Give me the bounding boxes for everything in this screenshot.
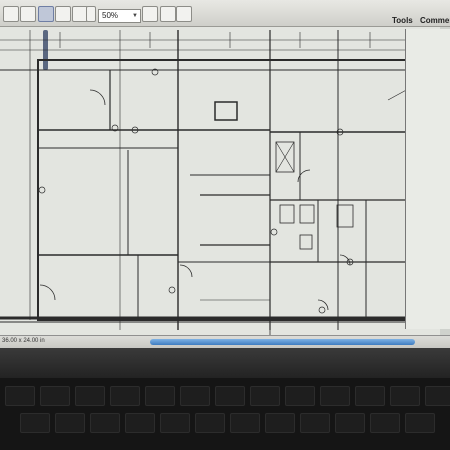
- horizontal-scroll-thumb[interactable]: [150, 339, 415, 345]
- laptop-bezel: [0, 348, 450, 378]
- screen: 50% ▼ Tools Commen: [0, 0, 450, 348]
- floor-plan-drawing: [0, 30, 440, 348]
- laptop-keyboard: [0, 378, 450, 450]
- page-size-readout: 36.00 x 24.00 in: [2, 338, 45, 344]
- drawing-title-block: [405, 29, 450, 329]
- status-bar: 36.00 x 24.00 in: [0, 335, 450, 348]
